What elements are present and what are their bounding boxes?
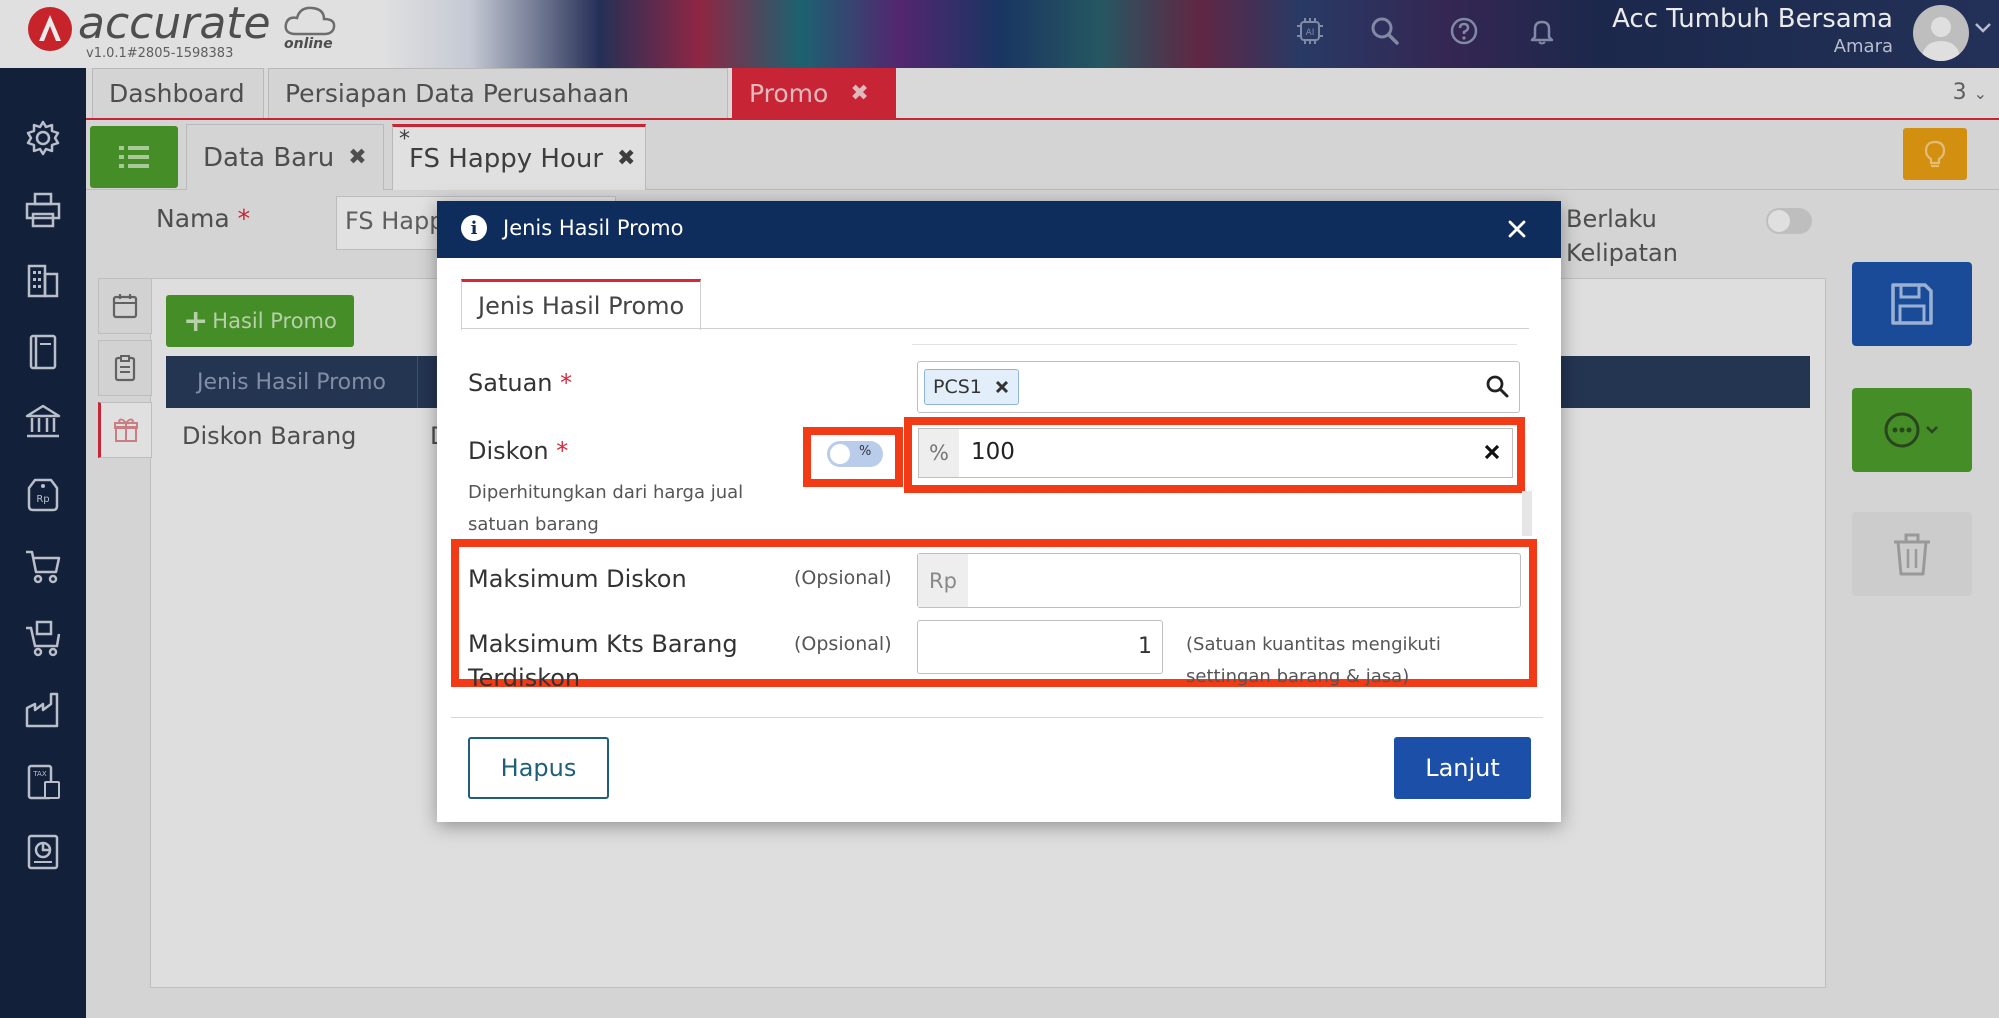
jenis-hasil-promo-dialog: i Jenis Hasil Promo Jenis Hasil Promo Sa…: [437, 201, 1561, 822]
diskon-input[interactable]: % 100: [918, 428, 1513, 478]
diskon-label: Diskon *: [468, 437, 569, 465]
hapus-button[interactable]: Hapus: [468, 737, 609, 799]
rp-addon: Rp: [918, 554, 968, 607]
section-divider: [912, 344, 1517, 345]
close-icon[interactable]: [1503, 215, 1531, 243]
satuan-label: Satuan *: [468, 369, 573, 397]
maksimum-kts-label: Maksimum Kts Barang Terdiskon: [468, 630, 738, 692]
maksimum-diskon-label: Maksimum Diskon: [468, 565, 687, 593]
lanjut-button[interactable]: Lanjut: [1394, 737, 1531, 799]
percent-addon: %: [919, 429, 959, 477]
maksimum-diskon-input[interactable]: Rp: [917, 553, 1521, 608]
tab-divider: [461, 328, 1529, 329]
kts-hint: (Satuan kuantitas mengikuti settingan ba…: [1186, 634, 1441, 687]
tab-jenis-hasil-promo[interactable]: Jenis Hasil Promo: [461, 279, 702, 330]
optional-label: (Opsional): [794, 567, 892, 589]
search-icon[interactable]: [1485, 374, 1511, 400]
diskon-value: 100: [971, 439, 1015, 465]
diskon-type-toggle[interactable]: %: [827, 441, 883, 467]
dialog-title: Jenis Hasil Promo: [503, 216, 684, 240]
remove-chip-icon[interactable]: [994, 379, 1010, 395]
clear-icon[interactable]: [1482, 442, 1502, 462]
optional-label: (Opsional): [794, 633, 892, 655]
satuan-input[interactable]: PCS1: [917, 361, 1520, 413]
footer-divider: [451, 717, 1543, 718]
satuan-chip: PCS1: [924, 369, 1019, 405]
maksimum-kts-input[interactable]: 1: [917, 620, 1163, 674]
dialog-header: i Jenis Hasil Promo: [437, 201, 1561, 258]
info-icon: i: [461, 215, 487, 241]
percent-label: %: [859, 444, 872, 459]
scrollbar[interactable]: [1522, 491, 1532, 536]
diskon-hint: Diperhitungkan dari harga jual satuan ba…: [468, 482, 744, 535]
